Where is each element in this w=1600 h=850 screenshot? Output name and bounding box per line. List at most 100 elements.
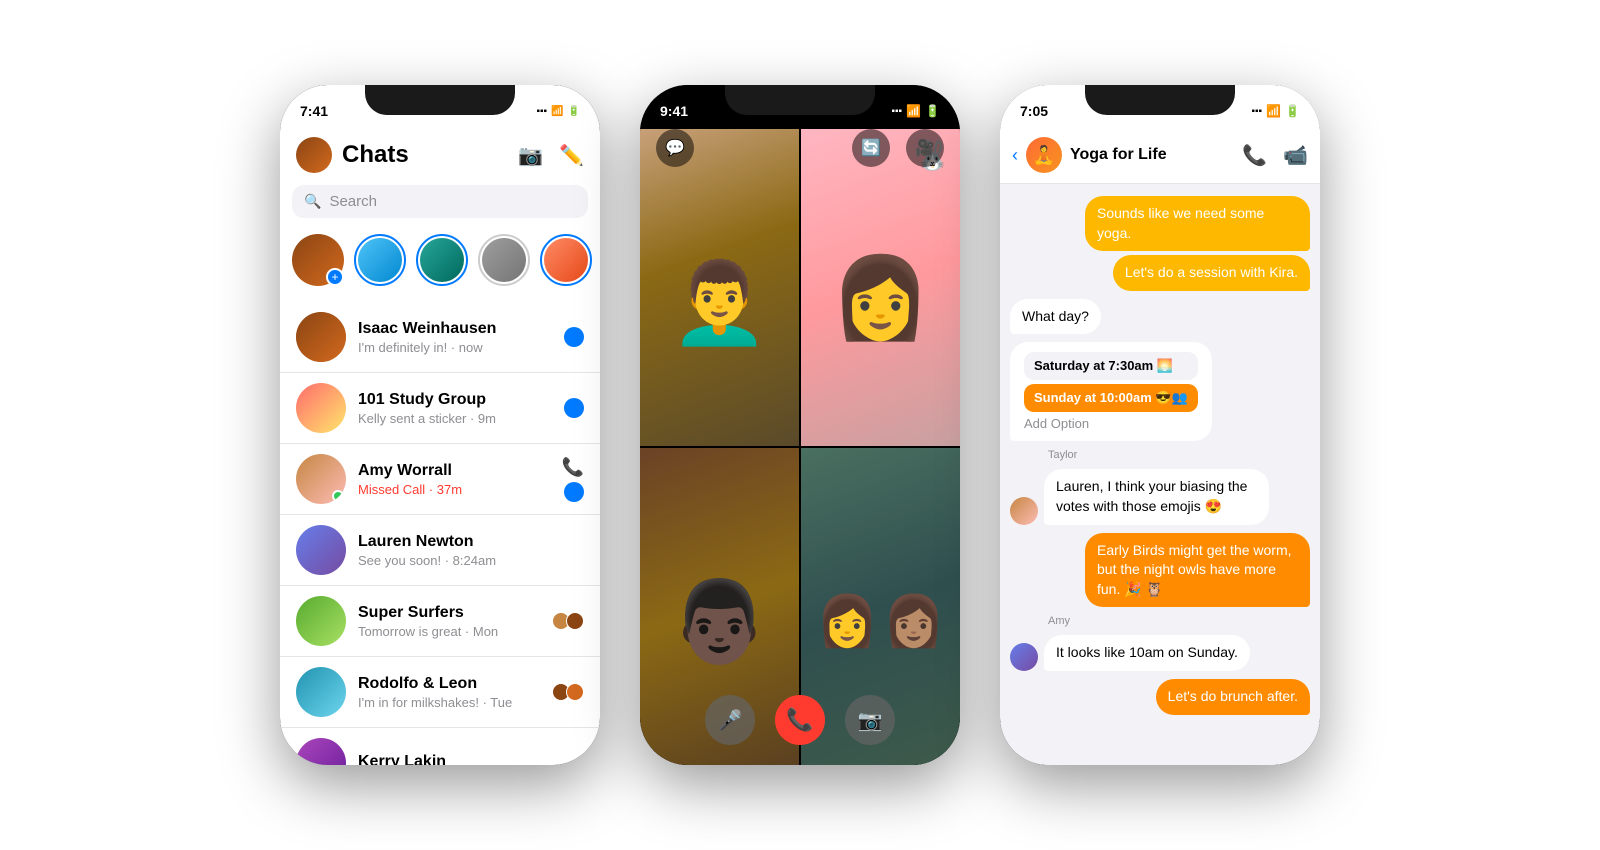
chat-item-amy[interactable]: Amy Worrall Missed Call · 37m 📞 bbox=[280, 444, 600, 515]
online-dot-amy bbox=[332, 490, 344, 502]
chat-item-lauren[interactable]: Lauren Newton See you soon! · 8:24am bbox=[280, 515, 600, 586]
header-icons: 📷 ✏️ bbox=[518, 143, 584, 168]
battery-icon: 🔋 bbox=[568, 106, 580, 117]
mute-button[interactable]: 🎤 bbox=[705, 695, 755, 745]
chat-preview-rodolfo: I'm in for milkshakes! · Tue bbox=[358, 695, 544, 710]
story-item-4[interactable] bbox=[540, 234, 592, 286]
poll-option-saturday[interactable]: Saturday at 7:30am 🌅 bbox=[1024, 352, 1198, 380]
battery-icon-3: 🔋 bbox=[1285, 104, 1300, 118]
chat-avatar-kerry bbox=[296, 738, 346, 765]
poll-option-sunday[interactable]: Sunday at 10:00am 😎 👥 bbox=[1024, 384, 1198, 412]
chat-info-amy: Amy Worrall Missed Call · 37m bbox=[358, 462, 550, 497]
chat-info-study-group: 101 Study Group Kelly sent a sticker · 9… bbox=[358, 391, 552, 426]
msg-in-amy: It looks like 10am on Sunday. bbox=[1044, 635, 1250, 671]
msg-out-birds: Early Birds might get the worm, but the … bbox=[1085, 533, 1310, 608]
status-icons-1: ▪▪▪ 📶 🔋 bbox=[536, 106, 580, 117]
avatar-taylor bbox=[1010, 497, 1038, 525]
chat-item-kerry[interactable]: Kerry Lakin bbox=[280, 728, 600, 765]
chat-info-rodolfo: Rodolfo & Leon I'm in for milkshakes! · … bbox=[358, 675, 544, 710]
chat-meta-rodolfo bbox=[556, 683, 584, 701]
msg-out-2: Let's do a session with Kira. bbox=[1113, 255, 1310, 291]
chat-meta-isaac bbox=[564, 327, 584, 347]
video-cell-2: 👩 🐰 bbox=[801, 129, 960, 446]
chats-header: Chats 📷 ✏️ bbox=[280, 129, 600, 185]
flip-camera-button[interactable]: 🔄 bbox=[852, 129, 890, 167]
chats-header-left: Chats bbox=[296, 137, 409, 173]
chat-preview-isaac: I'm definitely in! · now bbox=[358, 340, 552, 355]
chat-item-isaac[interactable]: Isaac Weinhausen I'm definitely in! · no… bbox=[280, 302, 600, 373]
group-avatars-rodolfo bbox=[556, 683, 584, 701]
msg-in-what-day: What day? bbox=[1010, 299, 1101, 335]
msg-out-1: Sounds like we need some yoga. bbox=[1085, 196, 1310, 251]
chat-meta-amy: 📞 bbox=[562, 457, 584, 502]
msg-sender-taylor: Taylor bbox=[1048, 449, 1310, 461]
video-call-icon[interactable]: 📹 bbox=[1283, 143, 1308, 168]
story-item-1[interactable] bbox=[354, 234, 406, 286]
phone-call-icon[interactable]: 📞 bbox=[1242, 143, 1267, 168]
wifi-icon: 📶 bbox=[551, 106, 563, 117]
signal-icon-3: ▪▪▪ bbox=[1251, 106, 1262, 117]
story-item-2[interactable] bbox=[416, 234, 468, 286]
back-button[interactable]: ‹ bbox=[1012, 145, 1018, 166]
chat-name-study-group: 101 Study Group bbox=[358, 391, 552, 409]
compose-icon[interactable]: ✏️ bbox=[559, 143, 584, 168]
signal-icon: ▪▪▪ bbox=[536, 106, 547, 117]
chat-avatar-surfers bbox=[296, 596, 346, 646]
messages-screen: 7:05 ▪▪▪ 📶 🔋 ‹ 🧘 Yoga for Life 📞 📹 Sound… bbox=[1000, 85, 1320, 765]
call-icon-amy: 📞 bbox=[562, 457, 584, 478]
poll-add-option[interactable]: Add Option bbox=[1024, 416, 1198, 431]
msg-sender-amy: Amy bbox=[1048, 615, 1310, 627]
msg-row-taylor: Lauren, I think your biasing the votes w… bbox=[1010, 469, 1310, 524]
signal-icon-2: ▪▪▪ bbox=[891, 106, 902, 117]
chat-info-isaac: Isaac Weinhausen I'm definitely in! · no… bbox=[358, 320, 552, 355]
end-call-button[interactable]: 📞 bbox=[775, 695, 825, 745]
chat-preview-surfers: Tomorrow is great · Mon bbox=[358, 624, 544, 639]
camera-icon[interactable]: 📷 bbox=[518, 143, 543, 168]
chat-preview-study-group: Kelly sent a sticker · 9m bbox=[358, 411, 552, 426]
group-title: Yoga for Life bbox=[1070, 146, 1234, 164]
chats-screen: 7:41 ▪▪▪ 📶 🔋 Chats 📷 ✏️ 🔍 Search bbox=[280, 85, 600, 765]
chats-title: Chats bbox=[342, 141, 409, 169]
camera-effects-button[interactable]: 🎥 bbox=[906, 129, 944, 167]
group-avatars-surfers bbox=[556, 612, 584, 630]
chat-unread-isaac bbox=[564, 327, 584, 347]
video-cell-1: 👨‍🦱 bbox=[640, 129, 799, 446]
chat-avatar-isaac bbox=[296, 312, 346, 362]
battery-icon-2: 🔋 bbox=[925, 104, 940, 118]
chat-meta-study-group bbox=[564, 398, 584, 418]
chat-preview-amy: Missed Call · 37m bbox=[358, 482, 550, 497]
chat-item-rodolfo[interactable]: Rodolfo & Leon I'm in for milkshakes! · … bbox=[280, 657, 600, 728]
messages-area: Sounds like we need some yoga. Let's do … bbox=[1000, 184, 1320, 764]
status-time-2: 9:41 bbox=[660, 103, 688, 119]
search-icon: 🔍 bbox=[304, 193, 321, 210]
camera-toggle-button[interactable]: 📷 bbox=[845, 695, 895, 745]
stories-row: + bbox=[280, 230, 600, 302]
messages-button[interactable]: 💬 bbox=[656, 129, 694, 167]
messages-header: ‹ 🧘 Yoga for Life 📞 📹 bbox=[1000, 129, 1320, 184]
phone-messages: 7:05 ▪▪▪ 📶 🔋 ‹ 🧘 Yoga for Life 📞 📹 Sound… bbox=[1000, 85, 1320, 765]
msg-row-amy: It looks like 10am on Sunday. bbox=[1010, 635, 1310, 671]
chat-unread-amy bbox=[564, 482, 584, 502]
call-controls: 🎤 📞 📷 bbox=[640, 695, 960, 745]
chat-info-kerry: Kerry Lakin bbox=[358, 753, 584, 765]
chat-name-amy: Amy Worrall bbox=[358, 462, 550, 480]
chat-name-surfers: Super Surfers bbox=[358, 604, 544, 622]
video-grid: 👨‍🦱 👩 🐰 👨🏿 👩 👩🏽 bbox=[640, 129, 960, 765]
phone-chats: 7:41 ▪▪▪ 📶 🔋 Chats 📷 ✏️ 🔍 Search bbox=[280, 85, 600, 765]
status-icons-3: ▪▪▪ 📶 🔋 bbox=[1251, 104, 1300, 118]
chat-item-study-group[interactable]: 101 Study Group Kelly sent a sticker · 9… bbox=[280, 373, 600, 444]
search-bar[interactable]: 🔍 Search bbox=[292, 185, 588, 218]
chat-name-isaac: Isaac Weinhausen bbox=[358, 320, 552, 338]
status-icons-2: ▪▪▪ 📶 🔋 bbox=[891, 104, 940, 118]
poll-bubble: Saturday at 7:30am 🌅 Sunday at 10:00am 😎… bbox=[1010, 342, 1212, 441]
story-item-add[interactable]: + bbox=[292, 234, 344, 286]
chat-avatar-amy bbox=[296, 454, 346, 504]
wifi-icon-2: 📶 bbox=[906, 104, 921, 118]
story-item-3[interactable] bbox=[478, 234, 530, 286]
chat-item-surfers[interactable]: Super Surfers Tomorrow is great · Mon bbox=[280, 586, 600, 657]
phone-video: 9:41 ▪▪▪ 📶 🔋 💬 🔄 🎥 👨‍🦱 bbox=[640, 85, 960, 765]
story-add-icon: + bbox=[326, 268, 344, 286]
status-time-3: 7:05 bbox=[1020, 103, 1048, 119]
chat-info-surfers: Super Surfers Tomorrow is great · Mon bbox=[358, 604, 544, 639]
profile-avatar[interactable] bbox=[296, 137, 332, 173]
